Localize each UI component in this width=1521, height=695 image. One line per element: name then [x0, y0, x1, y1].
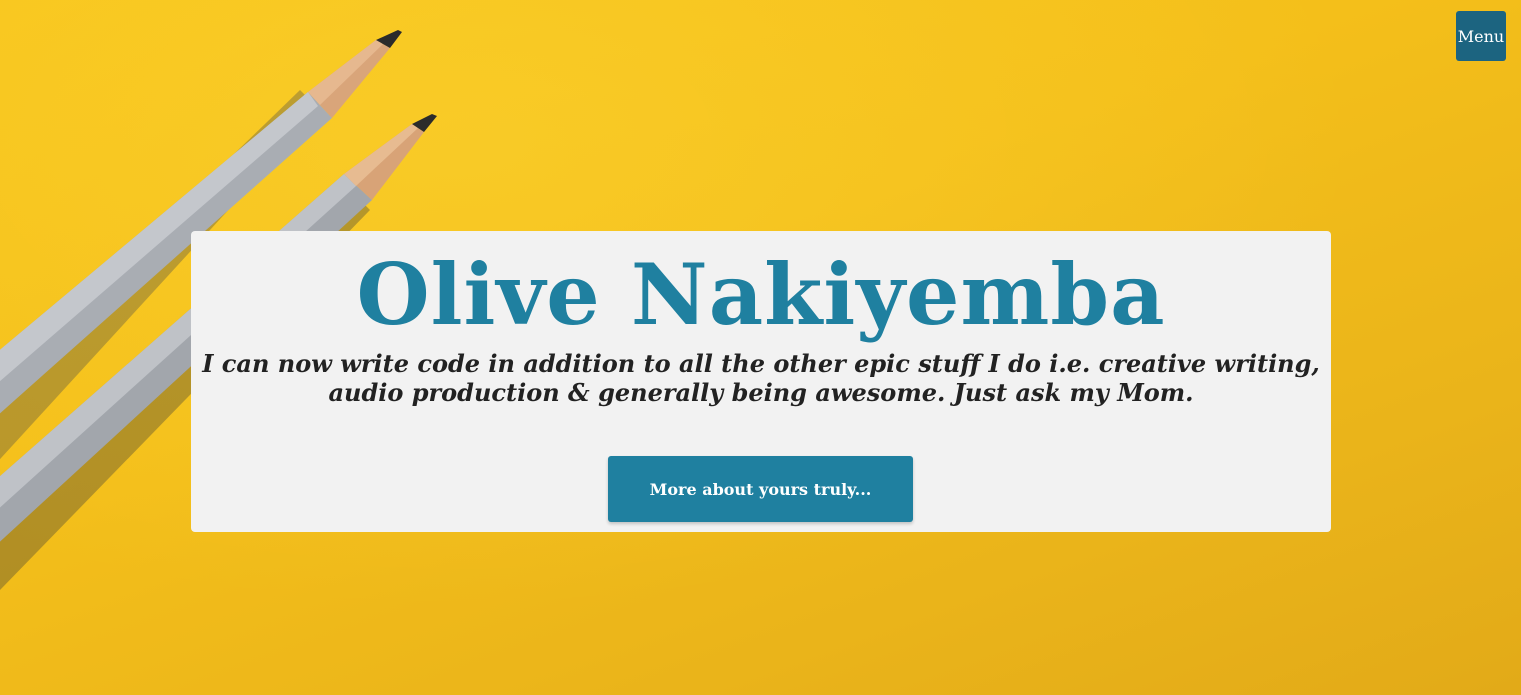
more-about-button[interactable]: More about yours truly... [608, 456, 913, 522]
hero-tagline: I can now write code in addition to all … [202, 349, 1320, 407]
menu-button[interactable]: Menu [1456, 11, 1506, 61]
hero-title: Olive Nakiyemba [356, 245, 1166, 344]
hero-card: Olive Nakiyemba I can now write code in … [191, 231, 1331, 532]
